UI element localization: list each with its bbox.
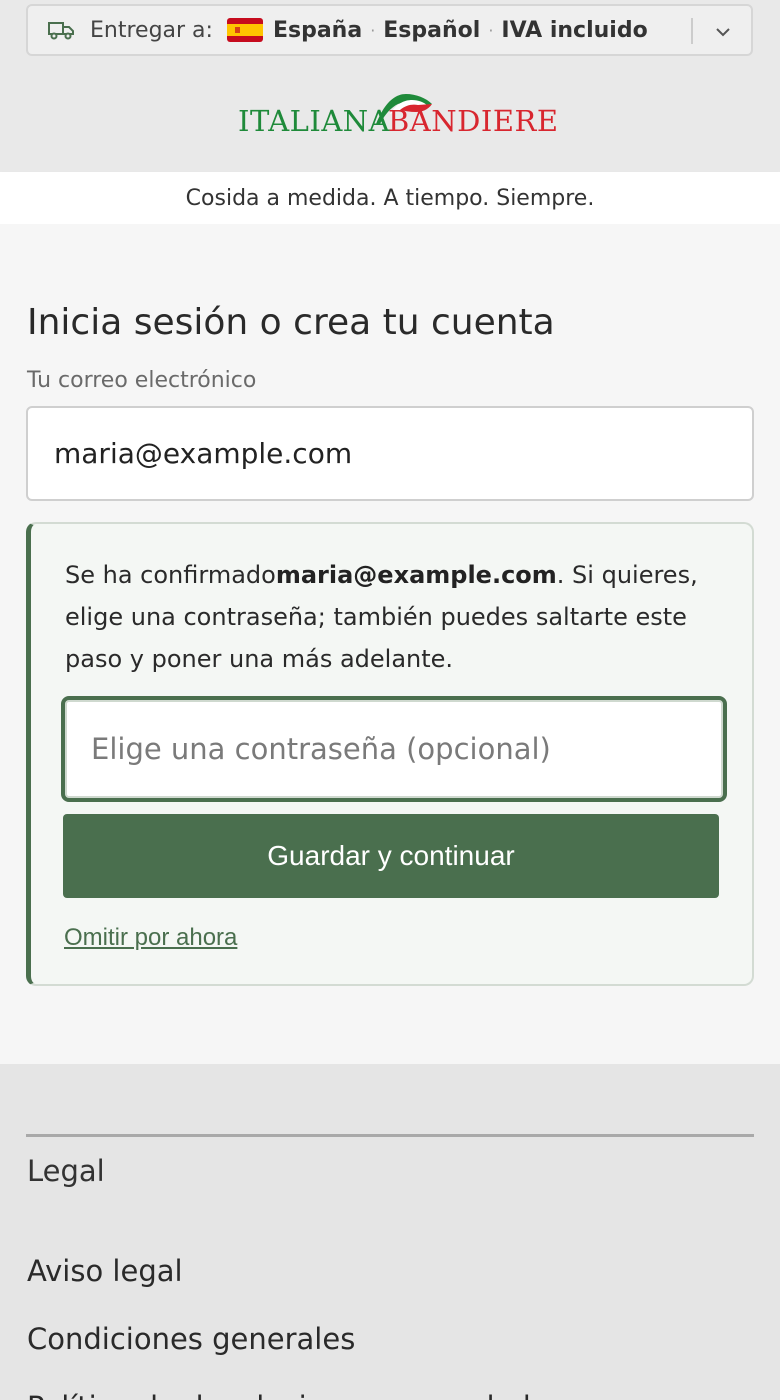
email-label: Tu correo electrónico bbox=[27, 368, 257, 393]
footer-link-condiciones[interactable]: Condiciones generales bbox=[27, 1322, 355, 1356]
confirmation-text-before: Se ha confirmado bbox=[65, 561, 276, 589]
skip-for-now-link[interactable]: Omitir por ahora bbox=[64, 924, 237, 952]
password-card: Se ha confirmadomaria@example.com. Si qu… bbox=[26, 522, 754, 986]
delivery-selector[interactable]: Entregar a: España · Español · IVA inclu… bbox=[26, 4, 753, 56]
top-bar: Entregar a: España · Español · IVA inclu… bbox=[0, 0, 780, 62]
logo-text-right: BANDIERE bbox=[388, 104, 559, 138]
confirmed-email: maria@example.com bbox=[275, 561, 557, 589]
site-footer: Legal Aviso legal Condiciones generales … bbox=[0, 1064, 780, 1400]
save-and-continue-button[interactable]: Guardar y continuar bbox=[63, 814, 719, 898]
separator-dot: · bbox=[488, 20, 494, 40]
language-value: Español bbox=[383, 17, 481, 43]
tagline-text: Cosida a medida. A tiempo. Siempre. bbox=[185, 185, 595, 211]
footer-section-title: Legal bbox=[27, 1154, 105, 1188]
login-section: Inicia sesión o crea tu cuenta Tu correo… bbox=[0, 224, 780, 1064]
country-value: España bbox=[272, 17, 363, 43]
chevron-down-icon[interactable] bbox=[713, 22, 733, 42]
separator-dot: · bbox=[370, 20, 376, 40]
site-header: ITALIANA BANDIERE bbox=[0, 62, 780, 172]
footer-link-devoluciones[interactable]: Política de devoluciones y reembolsos bbox=[27, 1390, 579, 1400]
password-input[interactable]: Elige una contraseña (opcional) bbox=[61, 696, 727, 802]
footer-divider bbox=[26, 1134, 754, 1137]
confirmation-message: Se ha confirmadomaria@example.com. Si qu… bbox=[65, 554, 725, 680]
tax-value: IVA incluido bbox=[501, 17, 648, 43]
page-title: Inicia sesión o crea tu cuenta bbox=[27, 302, 555, 343]
logo-text-left: ITALIANA bbox=[238, 104, 391, 138]
tagline-banner: Cosida a medida. A tiempo. Siempre. bbox=[0, 172, 780, 224]
footer-link-aviso-legal[interactable]: Aviso legal bbox=[27, 1254, 183, 1288]
brand-logo[interactable]: ITALIANA BANDIERE bbox=[238, 90, 558, 146]
deliver-to-label: Entregar a: bbox=[90, 17, 213, 43]
spain-flag-icon bbox=[226, 18, 263, 42]
truck-icon bbox=[48, 22, 74, 40]
divider bbox=[691, 18, 693, 44]
email-input[interactable]: maria@example.com bbox=[26, 406, 754, 501]
